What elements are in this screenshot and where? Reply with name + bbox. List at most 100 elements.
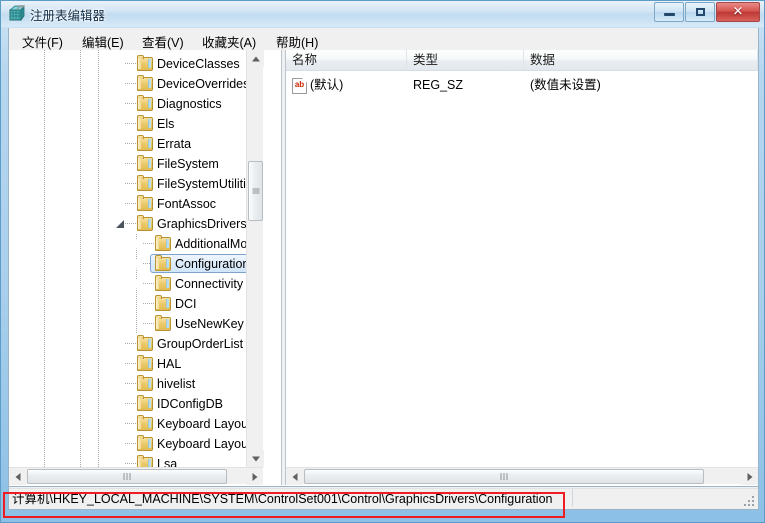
value-row[interactable]: ab (默认) REG_SZ (数值未设置) [286, 75, 758, 95]
values-hscroll-thumb[interactable] [304, 469, 704, 484]
tree-item-diagnostics[interactable]: Diagnostics [9, 94, 263, 114]
column-type[interactable]: 类型 [407, 50, 524, 70]
title-bar[interactable]: 注册表编辑器 ✕ [1, 1, 764, 27]
tree-connector [125, 463, 137, 464]
folder-icon [137, 115, 153, 131]
statusbar-path-field: 计算机\HKEY_LOCAL_MACHINE\SYSTEM\ControlSet… [9, 488, 758, 508]
folder-icon [137, 335, 153, 351]
tree-item-label: Keyboard Layouts [157, 437, 258, 451]
expand-arrow-icon[interactable] [116, 398, 125, 410]
tree-horizontal-scrollbar[interactable] [9, 467, 263, 485]
statusbar-path: 计算机\HKEY_LOCAL_MACHINE\SYSTEM\ControlSet… [12, 492, 553, 506]
tree-hscroll-thumb[interactable] [27, 469, 227, 484]
expand-arrow-icon[interactable] [116, 458, 125, 467]
registry-editor-window: 注册表编辑器 ✕ 文件(F) 编辑(E) 查看(V) 收藏夹(A) 帮助(H) … [0, 0, 765, 523]
tree-item-dci[interactable]: DCI [9, 294, 263, 314]
tree-item-hivelist[interactable]: hivelist [9, 374, 263, 394]
menu-edit[interactable]: 编辑(E) [77, 31, 129, 52]
tree-item-lsa[interactable]: Lsa [9, 454, 263, 467]
expand-arrow-icon[interactable] [116, 358, 125, 370]
expand-arrow-icon[interactable] [116, 58, 125, 70]
tree-item-filesystemutilities[interactable]: FileSystemUtilities [9, 174, 263, 194]
tree-item-keyboard-layout[interactable]: Keyboard Layout [9, 414, 263, 434]
tree-item-label: UseNewKey [175, 317, 244, 331]
tree-connector [125, 143, 137, 144]
tree-item-deviceclasses[interactable]: DeviceClasses [9, 54, 263, 74]
tree-item-errata[interactable]: Errata [9, 134, 263, 154]
tree-scroll-thumb[interactable] [248, 161, 263, 221]
expand-arrow-icon[interactable] [134, 278, 143, 290]
column-data[interactable]: 数据 [524, 50, 758, 70]
close-button[interactable]: ✕ [716, 2, 760, 22]
chevron-up-icon [251, 56, 260, 61]
folder-icon [155, 235, 171, 251]
column-name[interactable]: 名称 [286, 50, 407, 70]
folder-icon [137, 55, 153, 71]
scroll-right-button[interactable] [741, 468, 758, 485]
tree-connector [125, 363, 137, 364]
tree-item-label: Connectivity [175, 277, 244, 291]
chevron-down-icon [251, 456, 260, 461]
expand-arrow-icon[interactable] [116, 78, 125, 90]
tree-item-keyboard-layouts[interactable]: Keyboard Layouts [9, 434, 263, 454]
resize-grip-icon[interactable] [744, 496, 756, 508]
tree-vertical-scrollbar[interactable] [246, 50, 264, 467]
registry-tree[interactable]: DeviceClasses DeviceOverrides Diagnostics E… [9, 50, 263, 467]
tree-item-label: Lsa [157, 457, 178, 467]
status-bar: 计算机\HKEY_LOCAL_MACHINE\SYSTEM\ControlSet… [8, 487, 759, 510]
splitter-edge [281, 50, 282, 485]
scroll-left-button[interactable] [9, 468, 26, 485]
tree-connector [125, 383, 137, 384]
tree-item-label: Els [157, 117, 175, 131]
tree-connector [125, 83, 137, 84]
expand-arrow-icon[interactable] [116, 198, 125, 210]
folder-icon [137, 355, 153, 371]
folder-icon [137, 155, 153, 171]
tree-item-hal[interactable]: HAL [9, 354, 263, 374]
tree-connector [143, 243, 155, 244]
value-name: (默认) [310, 78, 344, 92]
tree-item-label: DeviceOverrides [157, 77, 250, 91]
tree-item-filesystem[interactable]: FileSystem [9, 154, 263, 174]
expand-arrow-icon[interactable] [116, 138, 125, 150]
close-icon: ✕ [732, 4, 744, 20]
tree-item-fontassoc[interactable]: FontAssoc [9, 194, 263, 214]
scroll-down-button[interactable] [247, 450, 264, 467]
expand-arrow-icon[interactable] [134, 258, 143, 270]
folder-icon [137, 415, 153, 431]
scroll-grip-icon [123, 468, 132, 486]
tree-item-graphicsdrivers[interactable]: GraphicsDrivers [9, 214, 263, 234]
registry-values-pane[interactable]: 名称 类型 数据 ab (默认) REG_SZ (数值未设置) [286, 50, 758, 485]
tree-item-grouporderlist[interactable]: GroupOrderList [9, 334, 263, 354]
tree-item-usenewkey[interactable]: UseNewKey [9, 314, 263, 334]
maximize-button[interactable] [685, 2, 715, 22]
tree-item-deviceoverrides[interactable]: DeviceOverrides [9, 74, 263, 94]
registry-tree-pane[interactable]: DeviceClasses DeviceOverrides Diagnostics E… [9, 50, 281, 485]
expand-arrow-icon[interactable] [116, 438, 125, 450]
menu-file[interactable]: 文件(F) [17, 31, 68, 52]
scroll-up-button[interactable] [247, 50, 264, 67]
tree-item-configuration[interactable]: Configuration [9, 254, 263, 274]
tree-item-label: GraphicsDrivers [157, 217, 247, 231]
menu-bar: 文件(F) 编辑(E) 查看(V) 收藏夹(A) 帮助(H) [8, 28, 759, 50]
expand-arrow-icon[interactable] [116, 418, 125, 430]
expand-arrow-icon[interactable] [134, 238, 143, 250]
collapse-arrow-icon[interactable] [116, 219, 125, 229]
tree-connector [143, 283, 155, 284]
menu-view[interactable]: 查看(V) [137, 31, 189, 52]
registry-editor-icon [8, 3, 25, 22]
scroll-left-button[interactable] [286, 468, 303, 485]
expand-arrow-icon[interactable] [116, 98, 125, 110]
tree-item-connectivity[interactable]: Connectivity [9, 274, 263, 294]
values-horizontal-scrollbar[interactable] [286, 467, 758, 485]
minimize-button[interactable] [654, 2, 684, 22]
tree-item-els[interactable]: Els [9, 114, 263, 134]
tree-connector [125, 223, 137, 224]
scroll-right-button[interactable] [246, 468, 263, 485]
expand-arrow-icon[interactable] [116, 118, 125, 130]
menu-help[interactable]: 帮助(H) [271, 31, 323, 52]
tree-item-additionalmod[interactable]: AdditionalMod [9, 234, 263, 254]
tree-item-idconfigdb[interactable]: IDConfigDB [9, 394, 263, 414]
folder-icon [155, 275, 171, 291]
menu-favorites[interactable]: 收藏夹(A) [197, 31, 261, 52]
